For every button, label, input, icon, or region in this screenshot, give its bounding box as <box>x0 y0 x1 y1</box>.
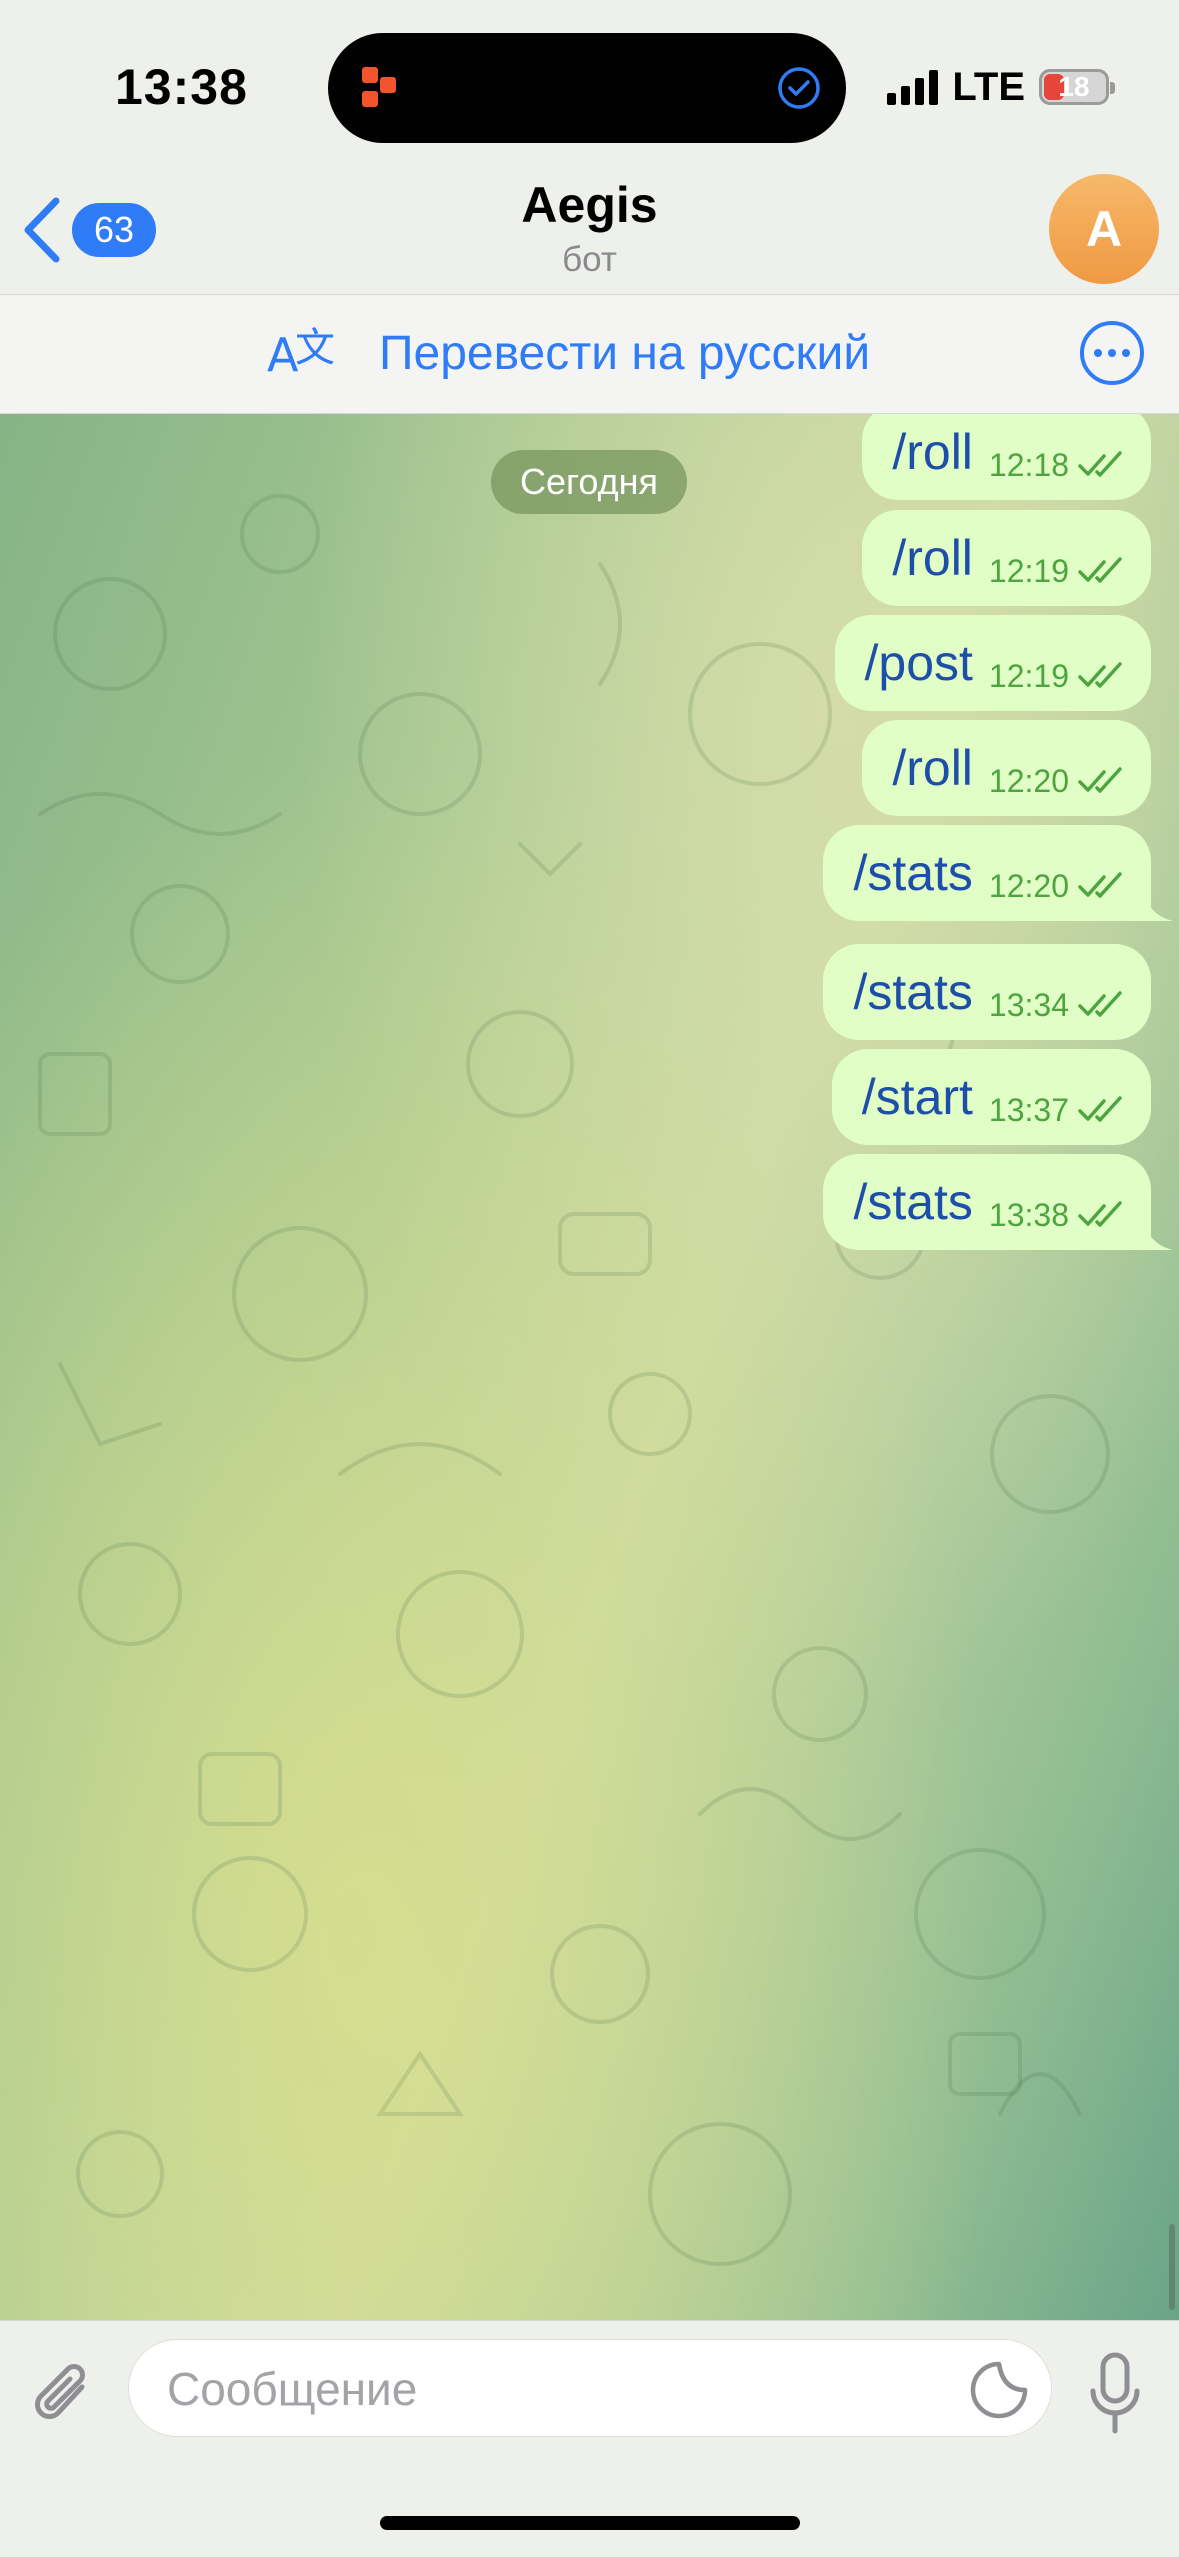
message-time: 12:19 <box>988 657 1069 694</box>
message-bubble[interactable]: /roll 12:19 <box>862 510 1151 606</box>
translate-bar: A 文 Перевести на русский <box>0 294 1179 414</box>
unread-count-badge: 63 <box>72 203 157 257</box>
message-text: /post <box>864 635 973 691</box>
message-text: /start <box>861 1069 973 1125</box>
double-check-icon <box>1078 1096 1122 1122</box>
message-bubble[interactable]: /roll 12:18 <box>862 414 1151 500</box>
message-input[interactable] <box>165 2340 949 2438</box>
double-check-icon <box>1078 991 1122 1017</box>
chevron-left-icon <box>24 197 60 263</box>
bubble-tail <box>1143 1216 1173 1250</box>
double-check-icon <box>1078 1201 1122 1227</box>
message-text: /stats <box>853 964 973 1020</box>
message-field[interactable] <box>128 2339 1052 2438</box>
message-text: /roll <box>892 740 973 796</box>
message-bubble[interactable]: /stats 13:34 <box>823 944 1151 1040</box>
battery-icon: 18 <box>1039 69 1115 105</box>
message-bubble[interactable]: /stats 13:38 <box>823 1154 1173 1250</box>
chat-header: 63 Aegis бот A <box>0 170 1179 294</box>
message-text: /stats <box>853 1174 973 1230</box>
chat-title[interactable]: Aegis <box>521 176 657 234</box>
scrollbar[interactable] <box>1169 2224 1175 2310</box>
app-activity-icon <box>362 67 396 107</box>
battery-level: 18 <box>1058 71 1090 102</box>
date-separator: Сегодня <box>491 450 687 514</box>
message-bubble[interactable]: /start 13:37 <box>831 1049 1151 1145</box>
message-time: 12:20 <box>988 762 1069 799</box>
cellular-signal-icon <box>887 69 939 105</box>
dynamic-island <box>328 33 846 143</box>
message-time: 13:38 <box>988 1196 1069 1233</box>
network-type: LTE <box>952 64 1025 109</box>
message-time: 12:19 <box>988 552 1069 589</box>
double-check-icon <box>1078 557 1122 583</box>
translate-icon: A 文 <box>267 325 335 382</box>
avatar[interactable]: A <box>1049 174 1159 284</box>
message-time: 12:18 <box>988 446 1069 483</box>
message-time: 13:37 <box>988 1091 1069 1128</box>
message-time: 12:20 <box>988 867 1069 904</box>
microphone-icon[interactable] <box>1087 2351 1143 2437</box>
bubble-tail <box>1143 887 1173 921</box>
shield-check-icon <box>778 67 820 109</box>
double-check-icon <box>1078 767 1122 793</box>
message-time: 13:34 <box>988 986 1069 1023</box>
home-indicator[interactable] <box>380 2516 800 2530</box>
double-check-icon <box>1078 662 1122 688</box>
message-text: /roll <box>892 424 973 480</box>
translate-button[interactable]: A 文 Перевести на русский <box>265 321 870 385</box>
chat-subtitle: бот <box>562 240 617 279</box>
back-button[interactable]: 63 <box>20 190 157 270</box>
chat-area[interactable]: Сегодня /roll 12:18 /roll 12:19 /post 12… <box>0 414 1179 2320</box>
message-text: /roll <box>892 530 973 586</box>
svg-text:文: 文 <box>295 325 335 371</box>
status-bar: 13:38 LTE 18 <box>0 0 1179 170</box>
translate-label: Перевести на русский <box>379 326 871 380</box>
message-bubble[interactable]: /stats 12:20 <box>823 825 1173 921</box>
double-check-icon <box>1078 451 1122 477</box>
paperclip-icon[interactable] <box>32 2357 96 2433</box>
sticker-icon[interactable] <box>969 2360 1029 2420</box>
message-text: /stats <box>853 845 973 901</box>
more-options-button[interactable] <box>1080 321 1144 385</box>
double-check-icon <box>1078 872 1122 898</box>
more-dots-icon <box>1094 349 1102 357</box>
message-bubble[interactable]: /roll 12:20 <box>862 720 1151 816</box>
status-time: 13:38 <box>115 59 248 115</box>
message-bubble[interactable]: /post 12:19 <box>834 615 1151 711</box>
